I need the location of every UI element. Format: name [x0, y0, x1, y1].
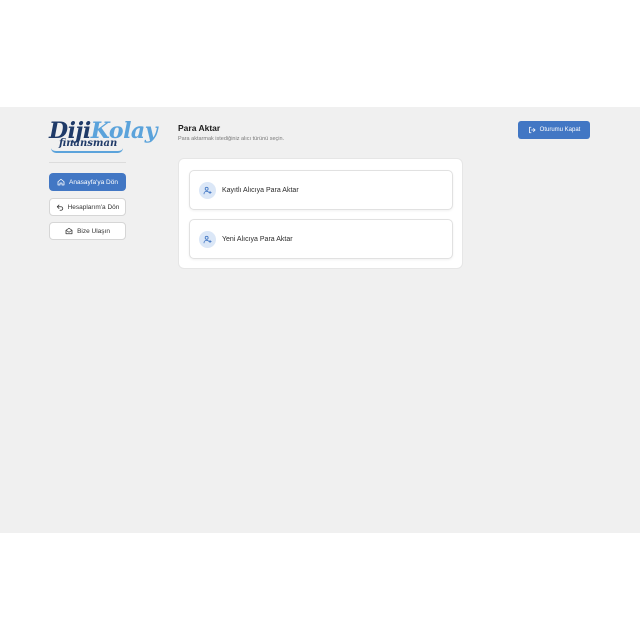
logout-button[interactable]: Oturumu Kapat	[518, 121, 590, 139]
logout-label: Oturumu Kapat	[539, 127, 581, 133]
logout-icon	[528, 126, 536, 134]
sidebar-item-label: Hesaplarım'a Dön	[67, 203, 120, 211]
option-new-recipient[interactable]: Yeni Alıcıya Para Aktar	[189, 219, 453, 259]
option-registered-recipient[interactable]: Kayıtlı Alıcıya Para Aktar	[189, 170, 453, 210]
mail-icon	[65, 227, 73, 235]
sidebar-item-accounts[interactable]: Hesaplarım'a Dön	[49, 198, 126, 216]
user-plus-icon	[203, 235, 212, 243]
brand-logo[interactable]: DijiKolay finansman	[49, 120, 157, 156]
transfer-options-card: Kayıtlı Alıcıya Para Aktar Yeni Alıcıya …	[178, 158, 463, 269]
page-title: Para Aktar	[178, 123, 221, 133]
option-icon-circle	[199, 230, 216, 248]
page-subtitle: Para aktarmak istediğiniz alıcı türünü s…	[178, 136, 285, 142]
option-icon-circle	[199, 181, 216, 199]
sidebar-item-label: Bize Ulaşın	[77, 227, 110, 235]
sidebar-item-label: Anasayfa'ya Dön	[69, 178, 118, 186]
sidebar-divider	[49, 162, 126, 163]
logo-swoosh	[51, 148, 123, 153]
option-label: Yeni Alıcıya Para Aktar	[222, 235, 293, 243]
option-label: Kayıtlı Alıcıya Para Aktar	[222, 186, 299, 194]
user-plus-icon	[203, 186, 212, 194]
back-arrow-icon	[56, 204, 63, 211]
sidebar-item-home[interactable]: Anasayfa'ya Dön	[49, 173, 126, 191]
home-icon	[57, 178, 65, 186]
sidebar-item-contact[interactable]: Bize Ulaşın	[49, 222, 126, 240]
